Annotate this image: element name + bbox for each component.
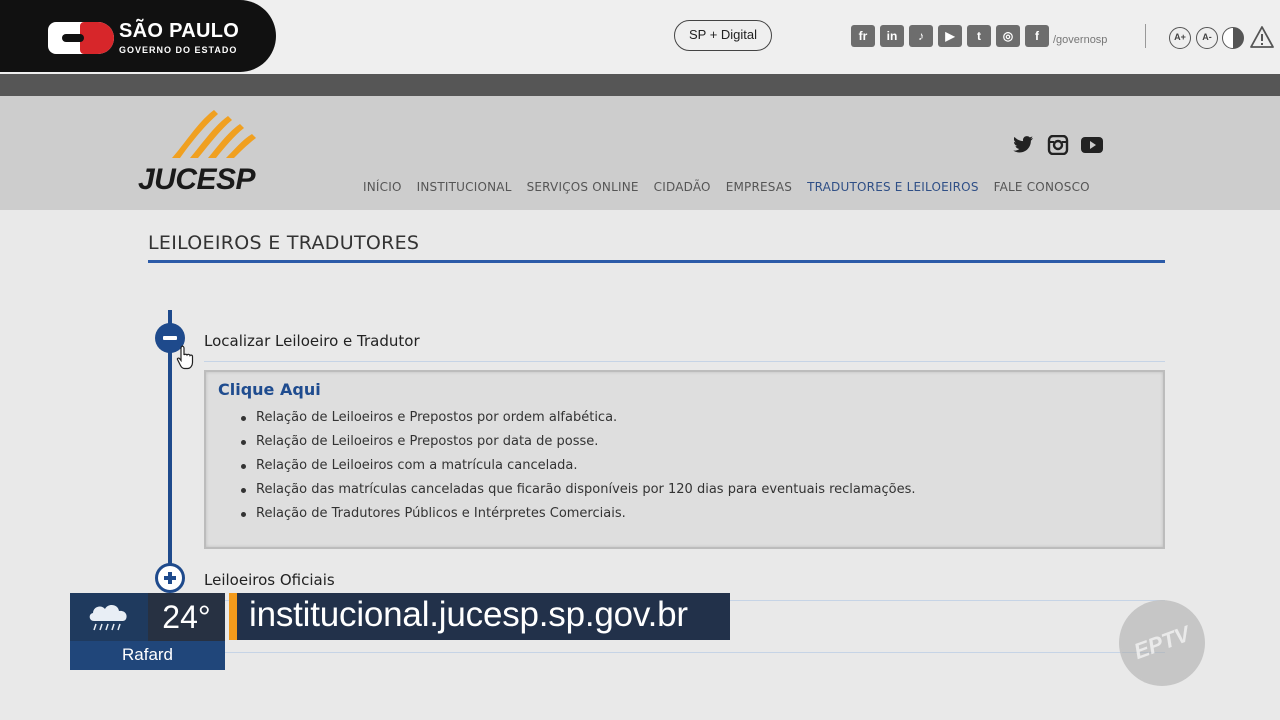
accordion-divider <box>204 652 1165 653</box>
instagram-icon[interactable]: ◎ <box>996 25 1020 47</box>
gov-logo-subtitle: GOVERNO DO ESTADO <box>119 45 238 55</box>
list-item[interactable]: Relação das matrículas canceladas que fi… <box>238 480 916 504</box>
facebook-icon[interactable]: f <box>1025 25 1049 47</box>
instagram-icon[interactable] <box>1047 135 1069 155</box>
weather-city-box: Rafard <box>70 641 225 670</box>
divider <box>1145 24 1146 48</box>
url-caption: institucional.jucesp.sp.gov.br <box>237 593 730 640</box>
weather-icon-box <box>70 593 148 641</box>
twitter-icon[interactable]: t <box>967 25 991 47</box>
contrast-icon[interactable] <box>1222 27 1244 49</box>
nav-item-cidadao[interactable]: CIDADÃO <box>654 180 711 194</box>
leiloeiros-links-list: Relação de Leiloeiros e Prepostos por or… <box>238 408 916 528</box>
separator-band <box>0 74 1280 96</box>
weather-widget: 24° Rafard <box>70 593 225 670</box>
gov-social-links: fr in ♪ ▶ t ◎ f <box>851 25 1049 47</box>
weather-temperature: 24° <box>162 599 211 635</box>
weather-city: Rafard <box>121 645 174 664</box>
sp-logo-icon <box>48 22 114 54</box>
sao-paulo-government-logo[interactable]: SÃO PAULO GOVERNO DO ESTADO <box>0 0 276 72</box>
eptv-watermark-logo: EPTV <box>1119 600 1205 686</box>
tiktok-icon[interactable]: ♪ <box>909 25 933 47</box>
expand-icon[interactable] <box>155 563 185 593</box>
jucesp-logo[interactable]: JUCESP <box>138 163 256 197</box>
twitter-icon[interactable] <box>1012 135 1034 155</box>
main-nav: INÍCIO INSTITUCIONAL SERVIÇOS ONLINE CID… <box>363 180 1090 194</box>
decrease-font-button[interactable]: A- <box>1196 27 1218 49</box>
weather-temp-box: 24° <box>148 593 225 641</box>
list-item[interactable]: Relação de Leiloeiros e Prepostos por da… <box>238 432 916 456</box>
rain-cloud-icon <box>89 605 127 631</box>
nav-item-fale-conosco[interactable]: FALE CONOSCO <box>994 180 1090 194</box>
nav-item-tradutores-leiloeiros[interactable]: TRADUTORES E LEILOEIROS <box>807 180 979 194</box>
gov-logo-title: SÃO PAULO <box>119 20 240 42</box>
hand-cursor-icon <box>176 345 194 370</box>
title-underline <box>148 260 1165 263</box>
url-caption-text: institucional.jucesp.sp.gov.br <box>249 595 688 634</box>
linkedin-icon[interactable]: in <box>880 25 904 47</box>
nav-item-institucional[interactable]: INSTITUCIONAL <box>417 180 512 194</box>
accordion-title-leiloeiros-oficiais[interactable]: Leiloeiros Oficiais <box>204 571 335 589</box>
increase-font-button[interactable]: A+ <box>1169 27 1191 49</box>
government-top-bar: SÃO PAULO GOVERNO DO ESTADO SP + Digital… <box>0 0 1280 74</box>
flickr-icon[interactable]: fr <box>851 25 875 47</box>
clique-aqui-link[interactable]: Clique Aqui <box>218 380 321 399</box>
jucesp-logo-rays-icon <box>172 110 256 158</box>
social-handle[interactable]: /governosp <box>1053 34 1107 46</box>
nav-item-empresas[interactable]: EMPRESAS <box>726 180 792 194</box>
list-item[interactable]: Relação de Leiloeiros com a matrícula ca… <box>238 456 916 480</box>
nav-item-inicio[interactable]: INÍCIO <box>363 180 402 194</box>
accordion-divider <box>204 361 1165 362</box>
url-accent-bar <box>229 593 237 640</box>
youtube-icon[interactable] <box>1081 135 1103 155</box>
nav-item-servicos-online[interactable]: SERVIÇOS ONLINE <box>527 180 639 194</box>
page-title: LEILOEIROS E TRADUTORES <box>148 232 420 254</box>
youtube-icon[interactable]: ▶ <box>938 25 962 47</box>
list-item[interactable]: Relação de Tradutores Públicos e Intérpr… <box>238 504 916 528</box>
sp-digital-button[interactable]: SP + Digital <box>674 20 772 51</box>
warning-icon[interactable] <box>1249 25 1275 49</box>
accordion-title-localizar[interactable]: Localizar Leiloeiro e Tradutor <box>204 332 420 350</box>
list-item[interactable]: Relação de Leiloeiros e Prepostos por or… <box>238 408 916 432</box>
